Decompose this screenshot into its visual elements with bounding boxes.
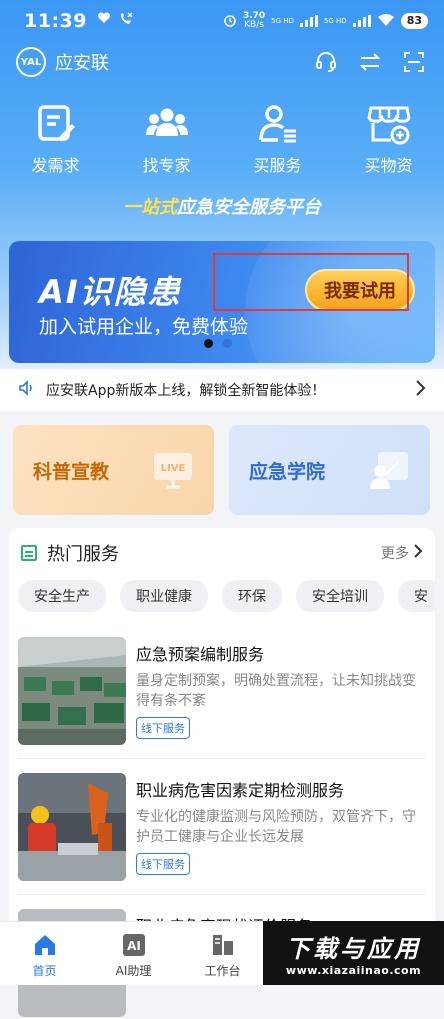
service-item[interactable]: 应急预案编制服务 量身定制预案，明确处置流程，让未知挑战变得有条不紊 线下服务 [18,637,426,747]
battery-indicator: 83 [400,13,428,29]
watermark-main: 下载与应用 [286,935,421,963]
slogan: 一站式应急安全服务平台 [0,193,444,219]
switch-icon[interactable] [356,48,384,76]
status-left-icons [97,12,133,30]
quick-entry-find-expert[interactable]: 找专家 [111,102,222,176]
net-speed-unit: KB/s [244,20,264,30]
service-body: 应急预案编制服务 量身定制预案，明确处置流程，让未知挑战变得有条不紊 线下服务 [136,637,426,747]
banner-title: AI识隐患 [39,273,182,311]
tag-safety-production[interactable]: 安全生产 [18,580,106,612]
teacher-board-icon [368,449,410,491]
sim1-label: 5G HD [271,17,294,25]
more-link[interactable]: 更多 [381,543,423,563]
status-time: 11:39 [24,10,87,32]
highlight-box [213,253,409,311]
live-tv-icon: LIVE [152,449,194,491]
banner-dot[interactable] [223,339,232,348]
more-label: 更多 [381,546,409,562]
signal-icon [352,15,371,27]
quick-entry-label: 发需求 [31,156,80,175]
quick-entry-post-demand[interactable]: 发需求 [0,102,111,176]
wifi-icon [377,13,395,30]
tab-label: AI助理 [115,964,152,978]
service-description: 专业化的健康监测与风险预防，双管齐下，守护员工健康与企业长远发展 [136,809,416,845]
tab-label: 首页 [32,964,57,978]
chevron-right-icon [413,543,423,563]
tab-workbench[interactable]: 工作台 [178,922,267,985]
service-name: 职业病危害因素定期检测服务 [136,781,345,800]
tag-safety-training[interactable]: 安全培训 [296,580,384,612]
watermark: 下载与应用 www.xiazaiinao.com [263,921,444,985]
service-item[interactable]: 职业病危害因素定期检测服务 专业化的健康监测与风险预防，双管齐下，守护员工健康与… [18,773,426,883]
banner-dot-active[interactable] [204,339,213,348]
service-badge: 线下服务 [136,853,190,875]
quick-entry-buy-supplies[interactable]: 买物资 [333,102,444,176]
scan-icon[interactable] [400,48,428,76]
tag-partial[interactable]: 安 [398,580,435,612]
hot-services-section: 热门服务 更多 安全生产 职业健康 环保 安全培训 安 应急预案编制服务 量身定… [9,528,435,1017]
banner-subtitle: 加入试用企业，免费体验 [39,316,249,338]
store-add-icon [366,102,411,146]
svg-text:AI: AI [127,939,141,953]
tab-label: 工作台 [204,964,241,978]
service-badge: 线下服务 [136,717,190,739]
service-thumbnail [18,773,126,881]
card-label: 科普宣教 [33,460,110,483]
signal-icon [299,15,318,27]
header-icons [312,48,428,76]
notice-bar[interactable]: 应安联App新版本上线，解锁全新智能体验！ [0,369,444,411]
divider [18,758,426,759]
watermark-url: www.xiazaiinao.com [285,964,422,977]
list-icon [21,545,37,561]
quick-entry-label: 买服务 [253,156,302,175]
card-label: 应急学院 [249,460,326,483]
service-body: 职业病危害因素定期检测服务 专业化的健康监测与风险预防，双管齐下，守护员工健康与… [136,773,426,883]
divider [18,894,426,895]
ai-icon: AI [121,932,147,958]
tag-environment[interactable]: 环保 [222,580,282,612]
tab-ai-assistant[interactable]: AI AI助理 [89,922,178,985]
feature-cards: 科普宣教 LIVE 应急学院 [13,425,431,515]
section-title: 热门服务 [47,544,119,565]
group-icon [145,102,189,146]
headset-icon[interactable] [312,48,340,76]
svg-text:LIVE: LIVE [161,463,186,474]
sim2-label: 5G HD [323,17,347,25]
service-name: 应急预案编制服务 [136,645,265,664]
net-speed: 3.70 KB/s [243,12,265,30]
app-header: YAL 应安联 [0,44,444,80]
workbench-icon [210,932,236,958]
chevron-right-icon [414,379,426,401]
quick-entries: 发需求 找专家 买服务 买物资 [0,102,444,176]
status-bar: 11:39 3.70 KB/s 5G HD 5G HD 83 [0,0,444,42]
home-icon [32,932,58,958]
speaker-icon [18,379,36,401]
heart-icon [97,12,111,30]
tab-home[interactable]: 首页 [0,922,89,985]
service-description: 量身定制预案，明确处置流程，让未知挑战变得有条不紊 [136,673,416,709]
quick-entry-label: 找专家 [142,156,191,175]
slogan-text: 应急安全服务平台 [177,197,321,218]
card-science-education[interactable]: 科普宣教 LIVE [13,425,214,515]
app-logo: YAL [16,47,46,77]
quick-entry-buy-service[interactable]: 买服务 [222,102,333,176]
service-thumbnail [18,637,126,745]
tag-occupational-health[interactable]: 职业健康 [120,580,208,612]
app-name: 应安联 [55,53,109,74]
notice-text: 应安联App新版本上线，解锁全新智能体验！ [46,383,326,399]
section-header: 热门服务 更多 [9,528,435,568]
banner-pagination [204,339,232,348]
status-right: 3.70 KB/s 5G HD 5G HD 83 [223,12,428,30]
missed-call-icon [119,12,133,30]
slogan-highlight: 一站式 [123,197,177,218]
person-list-icon [256,102,300,146]
category-tags: 安全生产 职业健康 环保 安全培训 安 [9,568,435,612]
alarm-icon [223,13,237,30]
quick-entry-label: 买物资 [364,156,413,175]
edit-document-icon [34,102,78,146]
card-emergency-academy[interactable]: 应急学院 [229,425,430,515]
